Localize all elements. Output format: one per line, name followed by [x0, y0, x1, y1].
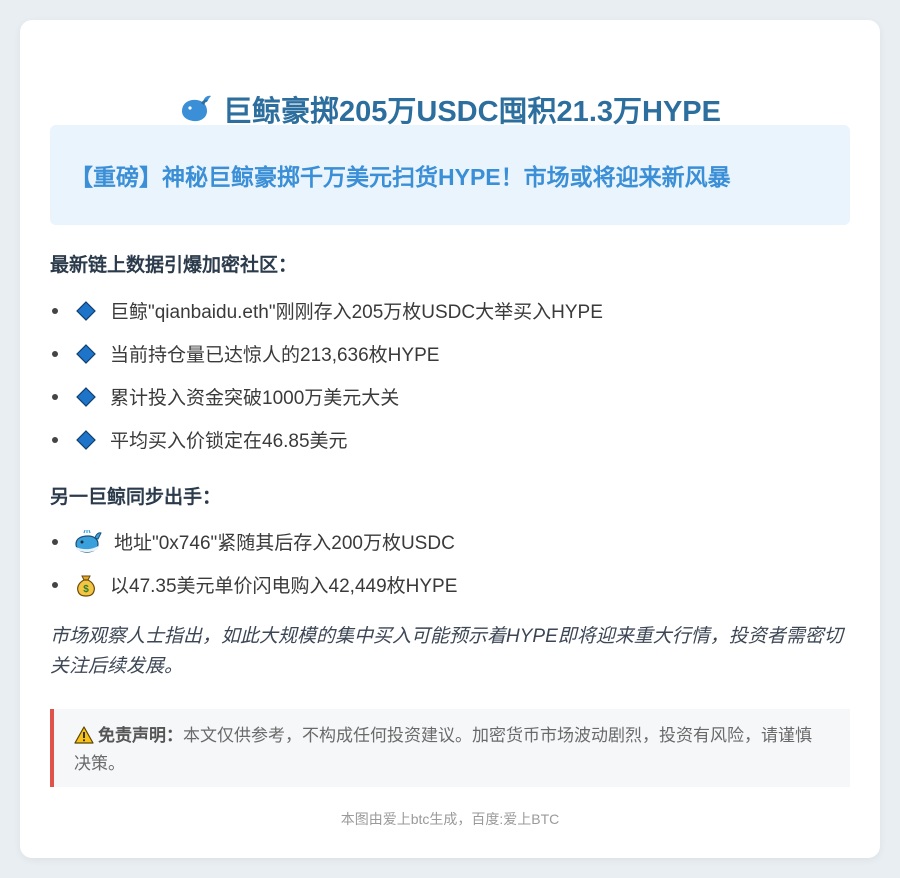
bullet: [52, 393, 58, 400]
bullet: [52, 581, 58, 588]
blue-diamond-icon: [74, 342, 98, 366]
whale-icon: [74, 529, 102, 554]
warning-icon: [74, 726, 94, 751]
list-item: $ 以47.35美元单价闪电购入42,449枚HYPE: [50, 563, 850, 606]
blue-diamond-icon: [74, 299, 98, 323]
analyst-note: 市场观察人士指出，如此大规模的集中买入可能预示着HYPE即将迎来重大行情，投资者…: [50, 626, 843, 677]
money-bag-icon: $: [74, 573, 98, 597]
disclaimer-label: 免责声明：: [98, 726, 183, 745]
disclaimer-text: 本文仅供参考，不构成任何投资建议。加密货币市场波动剧烈，投资有风险，请谨慎决策。: [74, 726, 812, 773]
headline-banner: 【重磅】神秘巨鲸豪掷千万美元扫货HYPE！市场或将迎来新风暴: [50, 125, 850, 225]
bullet: [52, 538, 58, 545]
list-item-text: 累计投入资金突破1000万美元大关: [110, 388, 400, 409]
bullet: [52, 350, 58, 357]
article-card: 巨鲸豪掷205万USDC囤积21.3万HYPE 【重磅】神秘巨鲸豪掷千万美元扫货…: [20, 20, 880, 858]
bullet: [52, 436, 58, 443]
blue-diamond-icon: [74, 385, 98, 409]
title-text: 巨鲸豪掷205万USDC囤积21.3万HYPE: [223, 96, 721, 128]
section1-heading: 最新链上数据引爆加密社区：: [50, 255, 298, 276]
disclaimer-box: 免责声明：本文仅供参考，不构成任何投资建议。加密货币市场波动剧烈，投资有风险，请…: [50, 709, 850, 787]
svg-text:$: $: [83, 584, 89, 595]
section2-heading: 另一巨鲸同步出手：: [50, 487, 222, 508]
list-item-text: 地址"0x746"紧随其后存入200万枚USDC: [114, 533, 455, 554]
list-item-text: 平均买入价锁定在46.85美元: [110, 431, 348, 452]
list-item: 地址"0x746"紧随其后存入200万枚USDC: [50, 520, 850, 563]
page-title: 巨鲸豪掷205万USDC囤积21.3万HYPE: [20, 88, 880, 130]
footer-credit: 本图由爱上btc生成，百度:爱上BTC: [340, 811, 560, 827]
list-item-text: 巨鲸"qianbaidu.eth"刚刚存入205万枚USDC大举买入HYPE: [110, 302, 603, 323]
list-item-text: 以47.35美元单价闪电购入42,449枚HYPE: [110, 576, 458, 597]
section1-list: 巨鲸"qianbaidu.eth"刚刚存入205万枚USDC大举买入HYPE 当…: [50, 289, 850, 461]
list-item: 巨鲸"qianbaidu.eth"刚刚存入205万枚USDC大举买入HYPE: [50, 289, 850, 332]
headline-text: 【重磅】神秘巨鲸豪掷千万美元扫货HYPE！市场或将迎来新风暴: [70, 164, 731, 190]
list-item-text: 当前持仓量已达惊人的213,636枚HYPE: [110, 345, 440, 366]
section2-list: 地址"0x746"紧随其后存入200万枚USDC $ 以47.35美元单价闪电购…: [50, 520, 850, 606]
blue-diamond-icon: [74, 428, 98, 452]
list-item: 累计投入资金突破1000万美元大关: [50, 375, 850, 418]
whale-icon: [182, 95, 211, 122]
list-item: 当前持仓量已达惊人的213,636枚HYPE: [50, 332, 850, 375]
list-item: 平均买入价锁定在46.85美元: [50, 418, 850, 461]
bullet: [52, 307, 58, 314]
